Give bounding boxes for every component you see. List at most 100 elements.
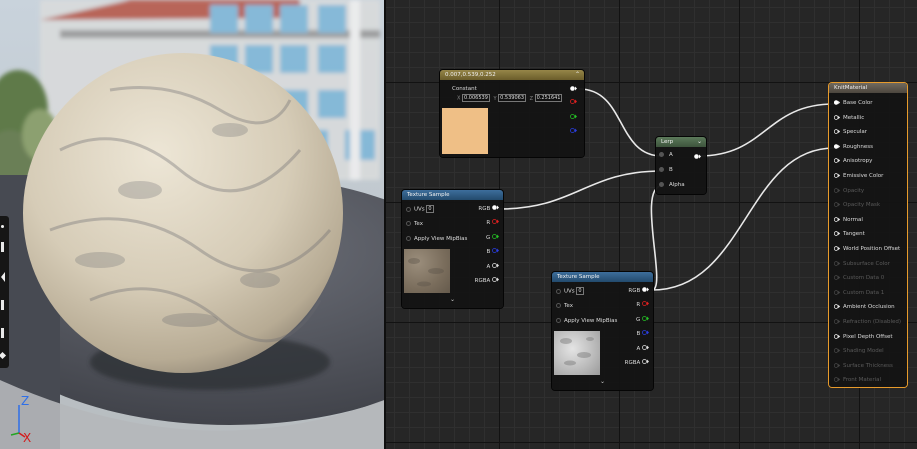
tex-input-row[interactable]: Tex xyxy=(556,302,573,311)
result-pin-row[interactable]: Base Color xyxy=(834,98,873,108)
uvs-field[interactable]: 0 xyxy=(576,287,584,295)
lerp-b-row[interactable]: B xyxy=(659,166,673,175)
result-pin-row[interactable]: Anisotropy xyxy=(834,156,872,166)
b-out-pin[interactable] xyxy=(492,248,499,253)
result-pin-row[interactable]: Shading Model xyxy=(834,346,884,356)
b-out-pin[interactable] xyxy=(642,330,649,335)
result-input-pin[interactable] xyxy=(834,363,840,368)
result-pin-row[interactable]: Emissive Color xyxy=(834,171,883,181)
dot-icon[interactable] xyxy=(0,220,9,234)
tex-pin[interactable] xyxy=(556,303,561,308)
result-input-pin[interactable] xyxy=(834,275,840,280)
result-pin-row[interactable]: Opacity Mask xyxy=(834,200,880,210)
g-output-row[interactable]: G xyxy=(486,234,499,243)
collapse-icon[interactable]: ⌄ xyxy=(697,137,702,147)
result-input-pin[interactable] xyxy=(834,202,840,207)
rgb-output-row[interactable]: RGB xyxy=(478,205,499,214)
lerp-alpha-pin[interactable] xyxy=(659,182,664,187)
diamond-icon[interactable] xyxy=(0,350,9,364)
a-out-pin[interactable] xyxy=(492,263,499,268)
rgb-out-pin[interactable] xyxy=(642,287,649,292)
constant-x-field[interactable]: 0.006539 xyxy=(462,94,490,102)
bar-icon[interactable] xyxy=(0,326,9,340)
result-input-pin[interactable] xyxy=(834,114,840,120)
tex-pin[interactable] xyxy=(406,221,411,226)
constant-z-field[interactable]: 0.251641 xyxy=(534,94,563,102)
expand-chevron-icon[interactable]: ⌄ xyxy=(450,296,455,303)
result-input-pin[interactable] xyxy=(834,173,840,178)
r-output-row[interactable]: R xyxy=(486,219,499,228)
result-pin-row[interactable]: Refraction (Disabled) xyxy=(834,317,901,327)
r-output-row[interactable]: R xyxy=(636,301,649,310)
bar-icon[interactable] xyxy=(0,298,9,312)
r-out-pin[interactable] xyxy=(492,219,499,224)
lerp-alpha-row[interactable]: Alpha xyxy=(659,181,685,190)
texture-sample-node-2[interactable]: Texture Sample UVs 0 Tex Apply View MipB… xyxy=(552,272,653,390)
rgb-out-pin[interactable] xyxy=(492,205,499,210)
result-pin-row[interactable]: Subsurface Color xyxy=(834,259,890,269)
result-input-pin[interactable] xyxy=(834,144,840,149)
g-out-pin[interactable] xyxy=(492,234,499,239)
result-pin-row[interactable]: Pixel Depth Offset xyxy=(834,332,893,342)
constant-out-r-pin[interactable] xyxy=(570,99,577,104)
uvs-field[interactable]: 0 xyxy=(426,205,434,213)
bar-icon[interactable] xyxy=(0,240,9,254)
result-input-pin[interactable] xyxy=(834,158,840,164)
r-out-pin[interactable] xyxy=(642,301,649,306)
texture-sample-1-header[interactable]: Texture Sample xyxy=(402,190,503,200)
result-input-pin[interactable] xyxy=(834,100,840,105)
expand-chevron-icon[interactable]: ⌄ xyxy=(600,378,605,385)
constant-node-header[interactable]: 0.007,0.539,0.252 ⌃ xyxy=(440,70,584,80)
result-pin-row[interactable]: World Position Offset xyxy=(834,244,900,254)
result-pin-row[interactable]: Custom Data 0 xyxy=(834,273,884,283)
rgb-output-row[interactable]: RGB xyxy=(628,287,649,296)
lerp-node[interactable]: Lerp ⌄ A B Alpha xyxy=(656,137,706,194)
g-out-pin[interactable] xyxy=(642,316,649,321)
uvs-input-row[interactable]: UVs 0 xyxy=(556,287,584,296)
result-input-pin[interactable] xyxy=(834,187,840,193)
constant-node[interactable]: 0.007,0.539,0.252 ⌃ Constant X 0.006539 … xyxy=(440,70,584,157)
result-input-pin[interactable] xyxy=(834,260,840,266)
constant-out-b-pin[interactable] xyxy=(570,128,577,133)
rgba-output-row[interactable]: RGBA xyxy=(625,359,649,368)
rgba-output-row[interactable]: RGBA xyxy=(475,277,499,286)
constant-out-pin[interactable] xyxy=(570,86,577,91)
result-pin-row[interactable]: Ambient Occlusion xyxy=(834,302,895,312)
result-input-pin[interactable] xyxy=(834,129,840,134)
result-pin-row[interactable]: Metallic xyxy=(834,113,864,123)
result-input-pin[interactable] xyxy=(834,231,840,237)
result-input-pin[interactable] xyxy=(834,304,840,310)
a-output-row[interactable]: A xyxy=(636,345,649,354)
mip-input-row[interactable]: Apply View MipBias xyxy=(556,317,617,326)
result-node-header[interactable]: KnitMaterial xyxy=(829,83,907,93)
result-pin-row[interactable]: Opacity xyxy=(834,186,864,196)
material-graph[interactable]: 0.007,0.539,0.252 ⌃ Constant X 0.006539 … xyxy=(384,0,917,449)
rgba-out-pin[interactable] xyxy=(642,359,649,364)
lerp-a-pin[interactable] xyxy=(659,152,664,157)
uvs-pin[interactable] xyxy=(556,288,561,294)
lerp-b-pin[interactable] xyxy=(659,167,664,172)
uvs-pin[interactable] xyxy=(406,206,411,212)
lerp-node-header[interactable]: Lerp ⌄ xyxy=(656,137,706,147)
a-output-row[interactable]: A xyxy=(486,263,499,272)
result-pin-row[interactable]: Surface Thickness xyxy=(834,361,893,371)
result-input-pin[interactable] xyxy=(834,319,840,324)
lerp-a-row[interactable]: A xyxy=(659,151,673,160)
result-pin-row[interactable]: Custom Data 1 xyxy=(834,288,884,298)
collapse-icon[interactable]: ⌃ xyxy=(575,70,580,80)
a-out-pin[interactable] xyxy=(642,345,649,350)
b-output-row[interactable]: B xyxy=(636,330,649,339)
result-input-pin[interactable] xyxy=(834,348,840,353)
result-input-pin[interactable] xyxy=(834,377,840,383)
result-pin-row[interactable]: Roughness xyxy=(834,142,873,152)
tex-input-row[interactable]: Tex xyxy=(406,220,423,229)
result-pin-row[interactable]: Front Material xyxy=(834,375,881,385)
result-input-pin[interactable] xyxy=(834,290,840,295)
constant-out-g-pin[interactable] xyxy=(570,114,577,119)
result-pin-row[interactable]: Tangent xyxy=(834,229,865,239)
result-pin-row[interactable]: Specular xyxy=(834,127,867,137)
constant-y-field[interactable]: 0.539063 xyxy=(498,94,526,102)
result-input-pin[interactable] xyxy=(834,246,840,251)
texture-sample-node-1[interactable]: Texture Sample UVs 0 Tex Apply View MipB… xyxy=(402,190,503,308)
result-input-pin[interactable] xyxy=(834,333,840,339)
